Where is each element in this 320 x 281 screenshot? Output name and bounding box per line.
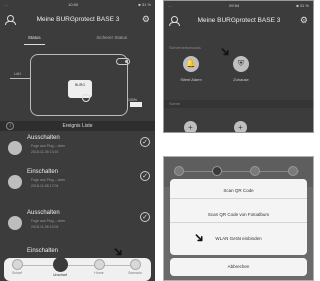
mode-label: Zuhause [233, 77, 249, 82]
check-icon[interactable]: ✓ [140, 212, 150, 222]
scene-add-icon[interactable]: + [184, 121, 197, 132]
event-device: Fuge aus Plug – oben [31, 178, 66, 182]
lock-icon [174, 166, 184, 176]
scan-qr-album-button[interactable]: Scan QR Code von Fotoalbum [170, 206, 307, 223]
scene-icon [129, 259, 141, 270]
status-bar: … 09:54 ■ 31 % [164, 1, 313, 9]
event-time: 2018-11-08 17:04 [31, 184, 59, 188]
list-item[interactable]: Einschalten Fuge aus Plug – oben 2018-11… [0, 167, 155, 201]
status-battery: ■ 31 % [296, 3, 309, 8]
nav-disarm[interactable]: Unscharf [51, 257, 69, 277]
app-bar: Meine BURGprotect BASE 3 ⚙ [0, 10, 155, 28]
toggle-switch[interactable] [116, 58, 130, 65]
house-diagram: LAN BURG 100% [10, 50, 145, 118]
unlock-icon [212, 166, 222, 176]
hub-status-ring [82, 94, 90, 102]
nav-arm[interactable]: Scharf [8, 259, 26, 275]
page-title: Meine BURGprotect BASE 3 [36, 15, 120, 23]
event-icon [8, 141, 22, 155]
scan-qr-button[interactable]: Scan QR Code [170, 182, 307, 199]
mode-label: Silent Alarm [180, 77, 202, 82]
tab-status[interactable]: Status [23, 33, 45, 45]
nav-label: Home [94, 271, 104, 275]
status-carrier: … [4, 2, 8, 7]
event-icon [8, 216, 22, 230]
battery-bar [130, 102, 142, 107]
gear-icon[interactable]: ⚙ [300, 15, 308, 25]
nav-label: Scharf [11, 271, 23, 275]
cancel-button[interactable]: Abbrechen [170, 258, 307, 276]
event-title: Einschalten [27, 248, 59, 254]
gear-icon[interactable]: ⚙ [142, 14, 150, 24]
events-header-label: Ereignis Liste [62, 123, 93, 129]
nav-connector [18, 265, 137, 266]
phone-screen-add-device: Scharf Unscharf Home Scan QR Code Scan Q… [163, 156, 314, 281]
phone-screen-main: … 10:00 ■ 31 % Meine BURGprotect BASE 3 … [0, 0, 155, 281]
event-device: Fuge aus Plug – oben [31, 219, 66, 223]
list-item[interactable]: Ausschalten Fuge aus Plug – oben 2018-11… [0, 133, 155, 167]
check-icon[interactable]: ✓ [140, 137, 150, 147]
home-icon [93, 259, 105, 270]
scene-icon [288, 166, 298, 176]
nav-scenario[interactable]: Szenario [126, 259, 144, 275]
nav-label: Szenario [128, 271, 142, 275]
wifi-arrow-icon [10, 78, 30, 79]
tab-secure-status[interactable]: Sicherer Status [92, 33, 131, 45]
phone-screen-modes: … 09:54 ■ 31 % Meine BURGprotect BASE 3 … [163, 0, 314, 133]
check-icon[interactable]: ✓ [140, 171, 150, 181]
status-time: 09:54 [229, 3, 240, 8]
user-icon[interactable] [169, 15, 180, 26]
nav-home[interactable]: Home [90, 259, 108, 275]
mode-silent-alarm[interactable]: 🔔 Silent Alarm [166, 56, 216, 82]
shield-icon: ⛨ [233, 56, 249, 72]
event-title: Ausschalten [27, 135, 60, 141]
event-time: 2018-11-08 10:03 [31, 225, 59, 229]
status-time: 10:00 [68, 2, 79, 7]
event-time: 2018-11-08 13:10 [31, 150, 59, 154]
list-item[interactable]: Ausschalten Fuge aus Plug – oben 2018-11… [0, 208, 155, 242]
wifi-label: LAN [14, 72, 21, 76]
info-icon[interactable]: i [6, 122, 14, 130]
section-divider: Szene [164, 100, 313, 108]
app-bar: Meine BURGprotect BASE 3 ⚙ [164, 11, 313, 29]
nav-label: Unscharf [52, 273, 67, 277]
status-bar: … 10:00 ■ 31 % [0, 0, 155, 8]
status-battery: ■ 31 % [138, 2, 151, 7]
bottom-nav: Scharf Unscharf Home Szenario [4, 257, 151, 281]
user-icon[interactable] [5, 14, 16, 25]
battery-indicator: 100% [128, 98, 145, 107]
bell-icon: 🔔 [183, 56, 199, 72]
lock-icon [11, 259, 23, 270]
event-icon [8, 175, 22, 189]
scene-add-icon[interactable]: + [234, 121, 247, 132]
events-header: i Ereignis Liste [0, 121, 155, 131]
tab-bar: Status Sicherer Status [0, 33, 155, 45]
status-carrier: … [168, 3, 172, 8]
action-sheet: Scan QR Code Scan QR Code von Fotoalbum … [170, 179, 307, 255]
nav-connector [178, 171, 299, 172]
section-caption: Sicherheitsmodus [169, 45, 201, 50]
page-title: Meine BURGprotect BASE 3 [197, 16, 281, 24]
event-device: Fuge aus Plug – oben [31, 144, 66, 148]
event-title: Einschalten [27, 169, 59, 175]
unlock-icon [52, 257, 68, 272]
home-icon [250, 166, 260, 176]
event-title: Ausschalten [27, 210, 60, 216]
